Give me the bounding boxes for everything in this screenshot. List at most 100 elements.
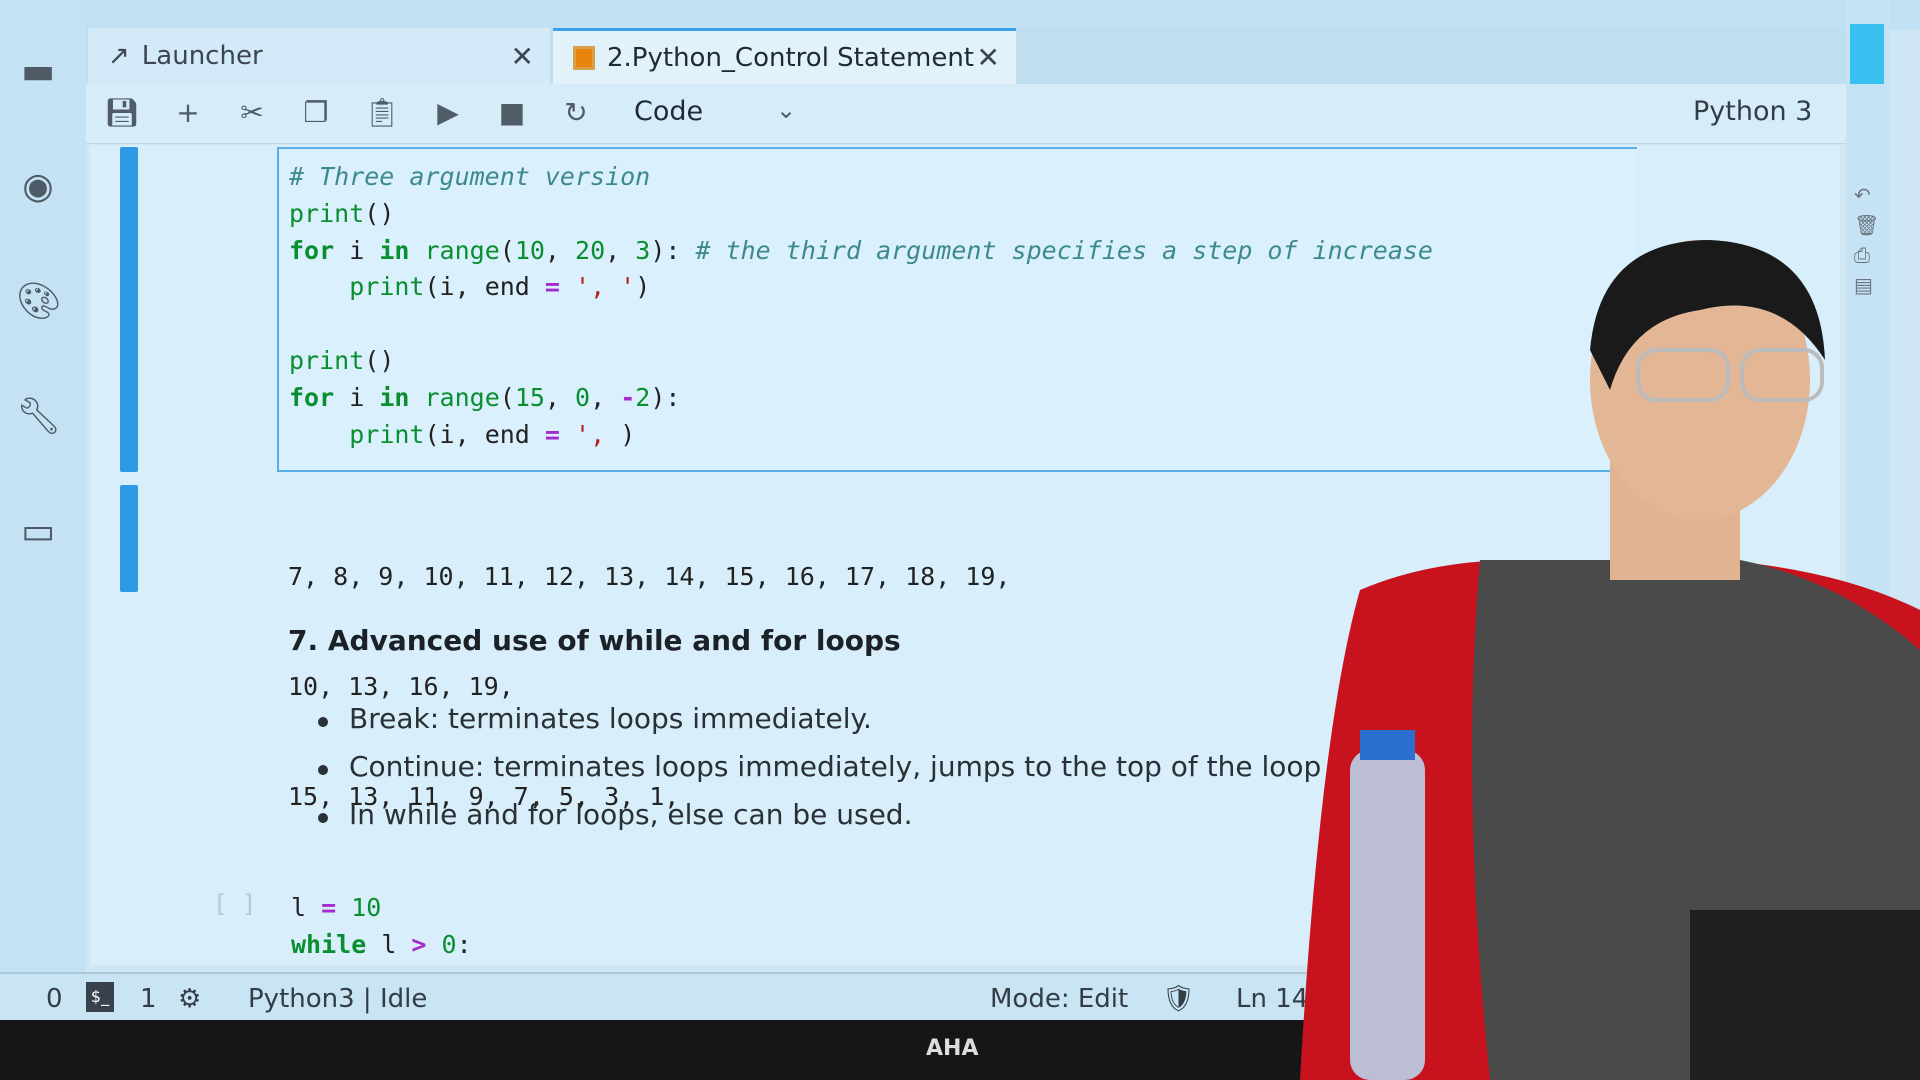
code-token: ): <box>650 382 681 412</box>
code-token: 10 <box>514 235 545 265</box>
shield-check-icon: 🛡︎ <box>1162 984 1196 1014</box>
code-token: range <box>424 382 500 412</box>
code-token: for <box>289 235 335 265</box>
bullet-item: In while and for loops, else can be used… <box>318 798 912 831</box>
code-token: > <box>411 929 427 959</box>
restart-icon[interactable]: ↻ <box>558 96 594 129</box>
code-token: in <box>379 235 410 265</box>
launcher-icon: ↗ <box>108 41 130 71</box>
tabs-icon[interactable]: ▭ <box>16 510 60 554</box>
code-token: () <box>364 345 395 375</box>
tab-label: Launcher <box>141 41 263 71</box>
code-token: 10 <box>351 893 382 922</box>
code-token: ', ' <box>575 272 636 302</box>
code-token: range <box>424 235 500 265</box>
output-line: 7, 8, 9, 10, 11, 12, 13, 14, 15, 16, 17,… <box>288 561 1011 591</box>
code-token: l <box>366 929 412 959</box>
code-token: print <box>349 419 425 449</box>
code-token: 0 <box>441 929 457 959</box>
code-token: = <box>321 893 337 922</box>
close-icon[interactable]: ✕ <box>977 41 1000 74</box>
code-token: = <box>544 272 560 302</box>
kernel-status[interactable]: Python3 | Idle <box>248 984 427 1014</box>
code-token: , <box>605 235 636 265</box>
code-token: ) <box>635 272 651 302</box>
code-token: (i, end <box>424 419 545 449</box>
code-token: i <box>334 382 380 412</box>
cell-type-select[interactable]: Code <box>634 96 703 127</box>
presenter-video-overlay <box>1300 240 1920 1080</box>
markdown-heading: 7. Advanced use of while and for loops <box>288 624 901 657</box>
output-collapser-bar[interactable] <box>120 485 138 592</box>
code-token: 3 <box>635 235 651 265</box>
code-token: () <box>364 198 395 228</box>
terminal-icon[interactable]: $_ <box>86 982 114 1012</box>
water-bottle <box>1350 750 1425 1080</box>
code-line: l = 10 <box>291 890 472 927</box>
code-token: ( <box>499 235 515 265</box>
code-token: for <box>289 382 335 412</box>
run-icon[interactable]: ▶ <box>430 96 466 129</box>
code-token: l <box>291 893 322 922</box>
bullet-item: Break: terminates loops immediately. <box>318 702 872 735</box>
laptop <box>1690 910 1920 1080</box>
code-token: while <box>291 929 367 959</box>
code-token: 0 <box>575 382 591 412</box>
add-cell-icon[interactable]: + <box>170 96 206 129</box>
output-line: 10, 13, 16, 19, <box>288 671 514 701</box>
code-token: - <box>620 382 636 412</box>
kernel-name[interactable]: Python 3 <box>1693 96 1812 127</box>
code-token: 2 <box>635 382 651 412</box>
kernel-count: 1 <box>140 984 157 1014</box>
code-token: i <box>334 235 380 265</box>
code-token: # Three argument version <box>289 162 651 191</box>
tab-launcher[interactable]: ↗ Launcher ✕ <box>88 28 550 84</box>
notebook-toolbar: 💾︎ + ✂ ❐ 📋︎ ▶ ■ ↻ Code ⌄ Python 3 <box>86 84 1846 144</box>
copy-icon[interactable]: ❐ <box>298 96 334 129</box>
code-token: print <box>349 272 425 302</box>
save-icon[interactable]: 💾︎ <box>104 96 140 129</box>
code-token: print <box>289 198 365 228</box>
tab-notebook[interactable]: 2.Python_Control Statement ✕ <box>553 28 1016 84</box>
code-token: ( <box>499 382 515 412</box>
code-token: ): <box>650 235 696 265</box>
code-token: : <box>456 929 472 959</box>
cell-prompt: [ ] <box>213 890 257 918</box>
wrench-icon[interactable]: 🔧︎ <box>16 395 62 439</box>
left-sidebar: ▬ ◉ 🎨︎ 🔧︎ ▭ <box>0 0 86 1010</box>
running-sessions-icon[interactable]: ◉ <box>16 165 60 209</box>
next-code-cell[interactable]: l = 10 while l > 0: <box>291 890 472 964</box>
code-token: , <box>590 382 621 412</box>
tab-label: 2.Python_Control Statement <box>607 42 974 73</box>
code-line: # Three argument version <box>289 159 1637 196</box>
code-token: print <box>289 345 365 375</box>
cpu-icon: ⚙ <box>178 984 202 1014</box>
notebook-icon <box>573 45 595 70</box>
code-token: 15 <box>514 382 545 412</box>
code-token: , <box>544 382 576 412</box>
eye-pointer-tools[interactable] <box>1850 24 1884 84</box>
bezel-logo: AHA <box>926 1036 979 1061</box>
cut-icon[interactable]: ✂ <box>234 96 270 129</box>
terminal-count: 0 <box>46 984 63 1014</box>
window-top-strip <box>0 0 1920 30</box>
tab-bar: ↗ Launcher ✕ 2.Python_Control Statement … <box>86 28 1846 84</box>
code-token: 20 <box>575 235 606 265</box>
paste-icon[interactable]: 📋︎ <box>364 96 400 129</box>
palette-icon[interactable]: 🎨︎ <box>16 280 62 324</box>
active-cell-bar[interactable] <box>120 147 138 472</box>
code-token: = <box>544 419 560 449</box>
code-token: (i, end <box>424 272 545 302</box>
folder-icon[interactable]: ▬ <box>16 50 60 94</box>
edit-mode: Mode: Edit <box>990 984 1129 1014</box>
close-icon[interactable]: ✕ <box>511 40 534 73</box>
code-line: while l > 0: <box>291 927 472 964</box>
stop-icon[interactable]: ■ <box>494 96 530 129</box>
chevron-down-icon[interactable]: ⌄ <box>776 96 796 124</box>
